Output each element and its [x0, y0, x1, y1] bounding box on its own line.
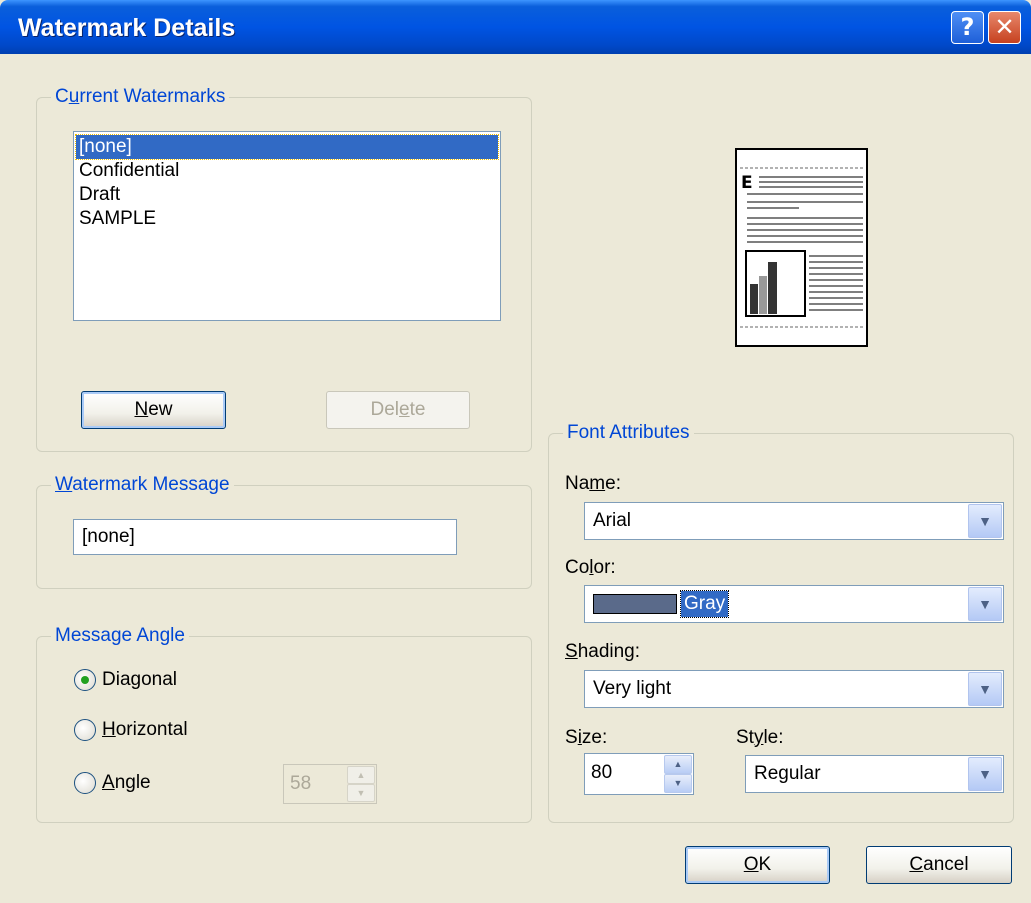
shading-value: Very light: [593, 678, 672, 699]
shading-select[interactable]: Very light ▼: [584, 670, 1004, 708]
watermark-details-dialog: Watermark Details ? ✕ Current Watermarks…: [0, 0, 1031, 903]
spin-up-icon[interactable]: ▲: [347, 766, 375, 784]
name-label: Name:: [565, 473, 621, 494]
angle-value: 58: [290, 773, 312, 794]
spin-down-icon[interactable]: ▼: [664, 774, 692, 793]
close-icon: ✕: [994, 13, 1015, 41]
list-item[interactable]: Draft: [76, 183, 498, 207]
help-icon: ?: [960, 13, 975, 41]
chevron-down-icon[interactable]: ▼: [968, 757, 1002, 791]
font-style-value: Regular: [754, 763, 821, 784]
list-item[interactable]: [none]: [75, 134, 499, 160]
font-style-select[interactable]: Regular ▼: [745, 755, 1004, 793]
radio-horizontal[interactable]: Horizontal: [74, 717, 224, 743]
delete-button[interactable]: Delete: [326, 391, 470, 429]
new-button[interactable]: New: [81, 391, 226, 429]
spin-down-icon[interactable]: ▼: [347, 784, 375, 802]
font-attributes-title: Font Attributes: [563, 421, 694, 445]
color-label: Color:: [565, 557, 616, 578]
spin-up-icon[interactable]: ▲: [664, 755, 692, 774]
title-bar[interactable]: Watermark Details ? ✕: [0, 0, 1031, 54]
watermarks-listbox[interactable]: [none] Confidential Draft SAMPLE: [73, 131, 501, 321]
style-label: Style:: [736, 727, 784, 748]
radio-diagonal[interactable]: Diagonal: [74, 667, 224, 693]
chevron-down-icon[interactable]: ▼: [968, 587, 1002, 621]
radio-angle[interactable]: Angle: [74, 770, 224, 796]
list-item[interactable]: SAMPLE: [76, 207, 498, 231]
font-color-value: Gray: [679, 590, 730, 618]
list-item[interactable]: Confidential: [76, 159, 498, 183]
angle-spinner[interactable]: 58 ▲ ▼: [283, 764, 377, 804]
watermark-message-title: Watermark Message: [51, 473, 234, 497]
watermark-message-input[interactable]: [none]: [73, 519, 457, 555]
radio-button[interactable]: [74, 772, 96, 794]
shading-label: Shading:: [565, 641, 641, 662]
size-label: Size:: [565, 727, 608, 748]
font-size-value: 80: [591, 762, 613, 783]
color-swatch: [593, 594, 677, 614]
window-title: Watermark Details: [18, 14, 236, 42]
ok-button[interactable]: OK: [685, 846, 830, 884]
font-name-value: Arial: [593, 510, 632, 531]
help-button[interactable]: ?: [951, 11, 984, 44]
current-watermarks-title: Current Watermarks: [51, 85, 230, 109]
preview-heading-letter: E: [741, 173, 753, 193]
font-color-select[interactable]: Gray ▼: [584, 585, 1004, 623]
message-angle-title: Message Angle: [51, 624, 189, 648]
page-preview-graphic: E: [740, 167, 863, 328]
chevron-down-icon[interactable]: ▼: [968, 672, 1002, 706]
font-name-select[interactable]: Arial ▼: [584, 502, 1004, 540]
radio-button[interactable]: [74, 719, 96, 741]
radio-button-checked[interactable]: [74, 669, 96, 691]
cancel-button[interactable]: Cancel: [866, 846, 1012, 884]
watermark-preview-page: E: [735, 148, 868, 347]
font-size-spinner[interactable]: 80 ▲ ▼: [584, 753, 694, 795]
close-button[interactable]: ✕: [988, 11, 1021, 44]
chevron-down-icon[interactable]: ▼: [968, 504, 1002, 538]
